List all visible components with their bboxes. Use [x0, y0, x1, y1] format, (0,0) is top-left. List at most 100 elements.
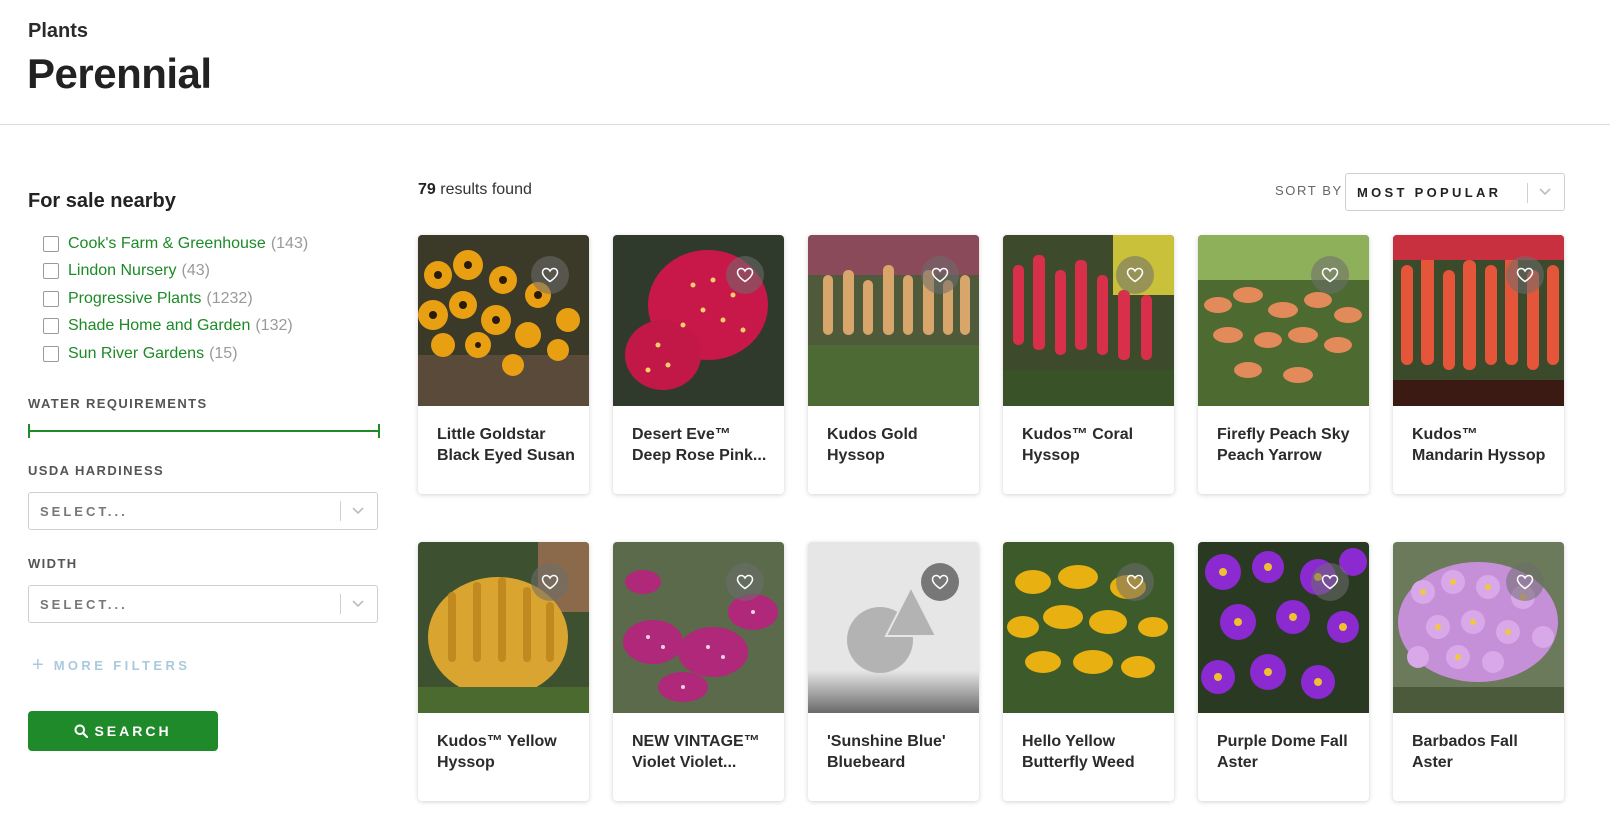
heart-icon	[1516, 574, 1534, 590]
product-name[interactable]: Kudos Gold Hyssop	[827, 424, 967, 466]
select-placeholder: SELECT...	[40, 504, 128, 519]
water-requirements-label: WATER REQUIREMENTS	[28, 396, 208, 411]
for-sale-nearby-heading: For sale nearby	[28, 190, 176, 212]
slider-track[interactable]	[29, 430, 379, 432]
product-card[interactable]: NEW VINTAGE™ Violet Violet...	[613, 542, 784, 801]
filter-sidebar: For sale nearby Cook's Farm & Greenhouse…	[28, 180, 380, 751]
product-card[interactable]: Barbados Fall Aster	[1393, 542, 1564, 801]
more-filters-button[interactable]: + MORE FILTERS	[32, 654, 190, 677]
product-image[interactable]	[418, 235, 589, 406]
chevron-down-icon[interactable]	[1538, 184, 1552, 198]
product-name[interactable]: Firefly Peach Sky Peach Yarrow	[1217, 424, 1357, 466]
product-card[interactable]: Hello Yellow Butterfly Weed	[1003, 542, 1174, 801]
page-header: Plants Perennial	[0, 0, 1610, 125]
store-checkbox[interactable]	[43, 263, 59, 280]
heart-icon	[736, 267, 754, 283]
store-name[interactable]: Sun River Gardens	[68, 345, 204, 363]
product-card[interactable]: Purple Dome Fall Aster	[1198, 542, 1369, 801]
search-button-label: SEARCH	[94, 723, 172, 739]
heart-icon	[541, 574, 559, 590]
product-image[interactable]	[418, 542, 589, 713]
select-separator	[1527, 183, 1528, 203]
favorite-button[interactable]	[531, 563, 569, 601]
plus-icon: +	[32, 654, 44, 676]
product-card[interactable]: Kudos™ Coral Hyssop	[1003, 235, 1174, 494]
product-card[interactable]: Firefly Peach Sky Peach Yarrow	[1198, 235, 1369, 494]
results-count: 79 results found	[418, 181, 532, 199]
usda-hardiness-select[interactable]: SELECT...	[28, 492, 378, 530]
search-button[interactable]: SEARCH	[28, 711, 218, 751]
product-name[interactable]: 'Sunshine Blue' Bluebeard	[827, 731, 967, 773]
store-option-cooks-farm[interactable]: Cook's Farm & Greenhouse (143)	[43, 230, 378, 258]
product-card[interactable]: Kudos Gold Hyssop	[808, 235, 979, 494]
product-image[interactable]	[1198, 542, 1369, 713]
product-name[interactable]: Purple Dome Fall Aster	[1217, 731, 1357, 773]
favorite-button[interactable]	[726, 256, 764, 294]
page-title: Perennial	[27, 50, 212, 97]
favorite-button[interactable]	[1116, 256, 1154, 294]
favorite-button[interactable]	[1116, 563, 1154, 601]
store-count: (143)	[270, 234, 309, 252]
favorite-button[interactable]	[1311, 256, 1349, 294]
favorite-button[interactable]	[531, 256, 569, 294]
product-image[interactable]	[808, 235, 979, 406]
product-image[interactable]	[1198, 235, 1369, 406]
heart-icon	[1321, 574, 1339, 590]
product-image[interactable]	[613, 235, 784, 406]
usda-hardiness-label: USDA HARDINESS	[28, 463, 165, 478]
product-name[interactable]: Kudos™ Yellow Hyssop	[437, 731, 577, 773]
store-count: (132)	[255, 317, 293, 335]
heart-icon	[1126, 267, 1144, 283]
favorite-button[interactable]	[921, 256, 959, 294]
product-name[interactable]: NEW VINTAGE™ Violet Violet...	[632, 731, 772, 773]
favorite-button[interactable]	[1506, 563, 1544, 601]
slider-max-handle[interactable]	[378, 424, 380, 438]
product-card[interactable]: Kudos™ Mandarin Hyssop	[1393, 235, 1564, 494]
width-select[interactable]: SELECT...	[28, 585, 378, 623]
favorite-button[interactable]	[726, 563, 764, 601]
product-image[interactable]	[808, 542, 979, 713]
chevron-down-icon[interactable]	[351, 596, 365, 610]
store-count: (15)	[209, 344, 238, 362]
store-checkbox[interactable]	[43, 235, 59, 252]
heart-icon	[736, 574, 754, 590]
store-name[interactable]: Lindon Nursery	[68, 262, 177, 280]
store-checkbox[interactable]	[43, 318, 59, 335]
water-requirements-slider[interactable]	[28, 424, 380, 438]
slider-min-handle[interactable]	[28, 424, 30, 438]
heart-icon	[1126, 574, 1144, 590]
product-name[interactable]: Little Goldstar Black Eyed Susan	[437, 424, 577, 466]
store-name[interactable]: Cook's Farm & Greenhouse	[68, 235, 266, 253]
product-card[interactable]: Desert Eve™ Deep Rose Pink...	[613, 235, 784, 494]
store-name[interactable]: Shade Home and Garden	[68, 317, 250, 335]
breadcrumb[interactable]: Plants	[28, 20, 88, 43]
store-option-shade-home-garden[interactable]: Shade Home and Garden (132)	[43, 313, 378, 341]
store-checkbox[interactable]	[43, 290, 59, 307]
width-label: WIDTH	[28, 556, 78, 571]
favorite-button[interactable]	[1506, 256, 1544, 294]
favorite-button[interactable]	[1311, 563, 1349, 601]
store-option-lindon-nursery[interactable]: Lindon Nursery (43)	[43, 258, 378, 286]
store-option-sun-river-gardens[interactable]: Sun River Gardens (15)	[43, 340, 378, 368]
product-image[interactable]	[1393, 235, 1564, 406]
product-card[interactable]: Little Goldstar Black Eyed Susan	[418, 235, 589, 494]
product-card[interactable]: 'Sunshine Blue' Bluebeard	[808, 542, 979, 801]
product-name[interactable]: Hello Yellow Butterfly Weed	[1022, 731, 1162, 773]
sort-selected-value: MOST POPULAR	[1357, 185, 1502, 200]
product-image[interactable]	[1003, 542, 1174, 713]
product-image[interactable]	[613, 542, 784, 713]
product-image[interactable]	[1003, 235, 1174, 406]
product-name[interactable]: Kudos™ Mandarin Hyssop	[1412, 424, 1552, 466]
product-image[interactable]	[1393, 542, 1564, 713]
product-name[interactable]: Desert Eve™ Deep Rose Pink...	[632, 424, 772, 466]
favorite-button[interactable]	[921, 563, 959, 601]
heart-icon	[541, 267, 559, 283]
store-option-progressive-plants[interactable]: Progressive Plants (1232)	[43, 285, 378, 313]
store-name[interactable]: Progressive Plants	[68, 290, 201, 308]
sort-select[interactable]: MOST POPULAR	[1345, 173, 1565, 211]
product-name[interactable]: Kudos™ Coral Hyssop	[1022, 424, 1162, 466]
chevron-down-icon[interactable]	[351, 503, 365, 517]
product-name[interactable]: Barbados Fall Aster	[1412, 731, 1552, 773]
product-card[interactable]: Kudos™ Yellow Hyssop	[418, 542, 589, 801]
store-checkbox[interactable]	[43, 345, 59, 362]
